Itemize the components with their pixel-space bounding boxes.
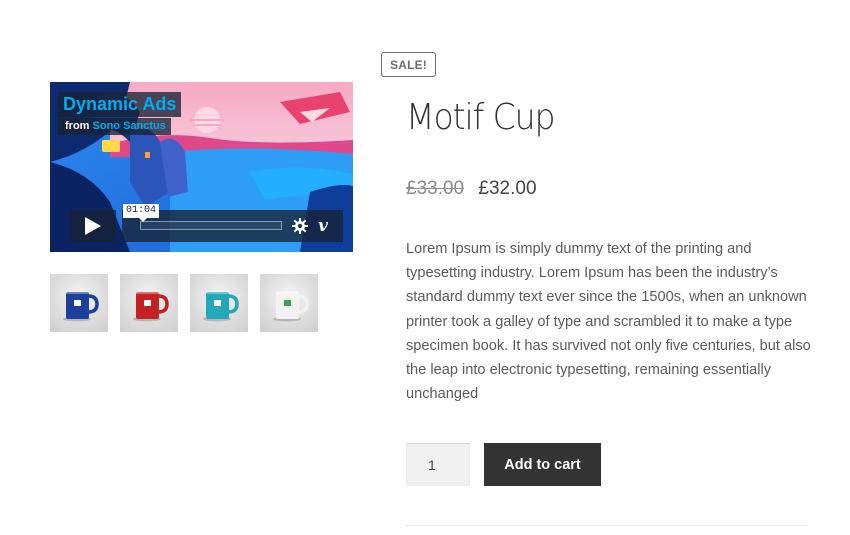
mug-icon [133, 291, 169, 322]
thumbnail-mug-white[interactable] [260, 274, 318, 332]
regular-price: £33.00 [406, 178, 465, 199]
mug-icon [63, 291, 99, 322]
thumbnail-mug-blue[interactable] [50, 274, 108, 332]
gallery-thumbnails [50, 274, 318, 332]
quantity-input[interactable] [406, 443, 470, 486]
video-time-tooltip: 01:04 [123, 204, 160, 222]
add-to-cart-button[interactable]: Add to cart [484, 443, 601, 486]
play-icon [85, 217, 101, 235]
product-description: Lorem Ipsum is simply dummy text of the … [406, 241, 811, 403]
thumbnail-mug-red[interactable] [120, 274, 178, 332]
product-title: Motif Cup [406, 97, 556, 138]
vimeo-icon[interactable]: v [318, 216, 328, 236]
product-price: £33.00 £32.00 [406, 177, 537, 201]
sale-price: £32.00 [478, 178, 537, 199]
play-button[interactable] [70, 210, 116, 242]
mug-icon [203, 291, 239, 322]
mug-icon [273, 291, 309, 322]
product-page: Dynamic Ads from Sono Sanctus v 01:04 SA… [0, 0, 850, 535]
sale-badge: SALE! [381, 52, 436, 77]
video-progress-bar[interactable] [140, 221, 282, 230]
video-byline: from Sono Sanctus [58, 118, 171, 135]
divider [406, 525, 806, 526]
video-title[interactable]: Dynamic Ads [58, 92, 182, 117]
video-author-link[interactable]: Sono Sanctus [93, 120, 166, 132]
product-video-player[interactable]: Dynamic Ads from Sono Sanctus v 01:04 [50, 82, 353, 252]
video-byline-prefix: from [65, 120, 90, 132]
gear-icon[interactable] [292, 218, 308, 234]
thumbnail-mug-teal[interactable] [190, 274, 248, 332]
